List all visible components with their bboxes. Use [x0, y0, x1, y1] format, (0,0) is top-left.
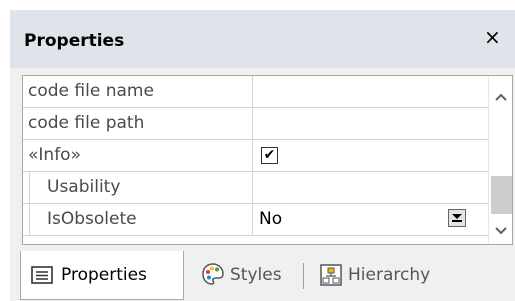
hierarchy-icon: [320, 264, 342, 286]
property-row-usability[interactable]: Usability: [23, 172, 488, 204]
property-value-field[interactable]: [252, 172, 489, 203]
property-value-field[interactable]: [252, 108, 489, 139]
tab-styles[interactable]: Styles: [192, 251, 296, 299]
property-grid: code file name code file path «Info» ✔ U…: [22, 75, 513, 245]
panel-title-bar: Properties ×: [10, 10, 515, 68]
property-name: Usability: [47, 177, 121, 197]
close-icon[interactable]: ×: [484, 27, 501, 47]
tab-properties[interactable]: Properties: [20, 251, 184, 300]
property-value-field[interactable]: ✔: [252, 140, 489, 171]
indent-guide: [29, 172, 30, 203]
info-checkbox[interactable]: ✔: [261, 147, 278, 164]
property-row-info[interactable]: «Info» ✔: [23, 140, 488, 172]
scroll-down-icon[interactable]: [495, 226, 507, 236]
property-name: code file name: [28, 81, 154, 101]
property-row-code-file-name[interactable]: code file name: [23, 76, 488, 108]
indent-guide: [29, 204, 30, 235]
properties-panel: Properties × code file name code file pa…: [10, 10, 515, 301]
tab-label: Hierarchy: [348, 265, 431, 285]
dropdown-button[interactable]: [448, 209, 466, 227]
tab-hierarchy[interactable]: Hierarchy: [310, 251, 456, 299]
chevron-down-icon: [452, 214, 462, 222]
select-value: No: [259, 209, 283, 229]
tab-label: Styles: [230, 265, 282, 285]
property-name: code file path: [28, 113, 145, 133]
scrollbar-thumb[interactable]: [491, 176, 512, 214]
property-value-field[interactable]: [252, 76, 489, 107]
vertical-scrollbar[interactable]: [488, 76, 512, 244]
panel-title: Properties: [24, 31, 125, 51]
isobsolete-select[interactable]: No: [252, 204, 489, 235]
property-row-isobsolete[interactable]: IsObsolete No: [23, 204, 488, 236]
property-group-name: «Info»: [28, 145, 81, 165]
tab-separator: [303, 263, 304, 289]
property-row-code-file-path[interactable]: code file path: [23, 108, 488, 140]
palette-icon: [202, 263, 224, 285]
scroll-up-icon[interactable]: [495, 92, 507, 102]
properties-list-icon: [31, 266, 53, 284]
tab-label: Properties: [61, 265, 147, 285]
panel-tab-bar: Properties Styles Hierarchy: [20, 251, 515, 300]
property-name: IsObsolete: [47, 209, 137, 229]
